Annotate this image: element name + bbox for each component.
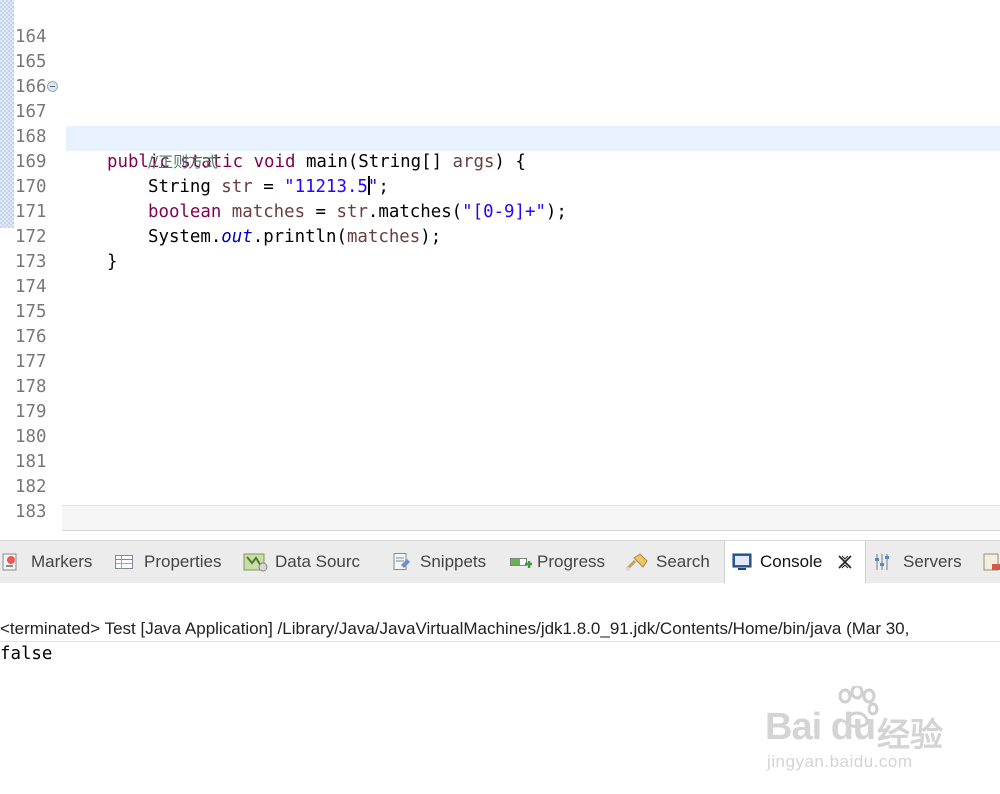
editor-line: 179 <box>0 375 1000 422</box>
tab-console[interactable]: Console <box>724 541 866 584</box>
tab-data-source[interactable]: Data Sourc <box>242 541 380 583</box>
editor-line: 175 <box>0 275 1000 322</box>
editor-line: 165 <box>0 25 1000 72</box>
watermark-logo-text: Bai du <box>765 706 876 748</box>
tab-servers[interactable]: Servers <box>870 541 970 583</box>
snippets-icon <box>393 553 410 570</box>
console-icon <box>732 553 752 570</box>
editor-line: 182 <box>0 450 1000 497</box>
editor-line: 173 <box>0 225 1000 272</box>
tab-markers[interactable]: Markers <box>0 541 108 583</box>
watermark-chinese-text: 经验 <box>877 716 943 753</box>
editor-line: 176 <box>0 300 1000 347</box>
editor-line: 169 String str = "11213.5"; <box>0 125 1000 197</box>
code-editor[interactable]: 164 165 166 167 public static void main(… <box>0 0 1000 522</box>
editor-line: 183 <box>0 475 1000 522</box>
editor-line: 181 <box>0 425 1000 472</box>
search-icon <box>625 553 648 571</box>
editor-line: 170 boolean matches = str.matches("[0-9]… <box>0 150 1000 222</box>
document-icon <box>983 553 1000 571</box>
editor-line: 174 <box>0 250 1000 297</box>
servers-icon <box>875 554 889 570</box>
collapse-icon[interactable] <box>47 81 58 92</box>
editor-line: 172 } <box>0 200 1000 272</box>
tab-snippets[interactable]: Snippets <box>390 541 502 583</box>
data-source-icon <box>243 553 268 572</box>
console-output[interactable]: false <box>0 642 52 667</box>
tab-properties[interactable]: Properties <box>112 541 237 583</box>
editor-line: 168 //正则方式 <box>0 100 1000 171</box>
editor-line: 171 System.out.println(matches); <box>0 175 1000 247</box>
markers-icon <box>2 553 17 571</box>
properties-icon <box>115 555 133 569</box>
editor-line: 167 public static void main(String[] arg… <box>0 75 1000 172</box>
editor-line: 164 <box>0 0 1000 47</box>
view-tab-bar: Markers Properties Data Sourc Snippets P… <box>0 540 1000 584</box>
horizontal-scrollbar[interactable] <box>62 505 1000 531</box>
tab-overflow[interactable] <box>978 541 1000 583</box>
progress-icon <box>510 558 532 568</box>
editor-line: 180 <box>0 400 1000 447</box>
editor-line: 166 <box>0 50 1000 97</box>
tab-search[interactable]: Search <box>624 541 724 583</box>
console-process-label: <terminated> Test [Java Application] /Li… <box>0 616 1000 642</box>
close-icon[interactable] <box>837 554 853 570</box>
line-number: 183 <box>15 502 47 522</box>
editor-line: 178 <box>0 350 1000 397</box>
baidu-jingyan-watermark: Bai du 经验 jingyan.baidu.com <box>765 686 965 776</box>
editor-line: 177 <box>0 325 1000 372</box>
tab-progress[interactable]: Progress <box>507 541 619 583</box>
watermark-url: jingyan.baidu.com <box>767 752 913 771</box>
